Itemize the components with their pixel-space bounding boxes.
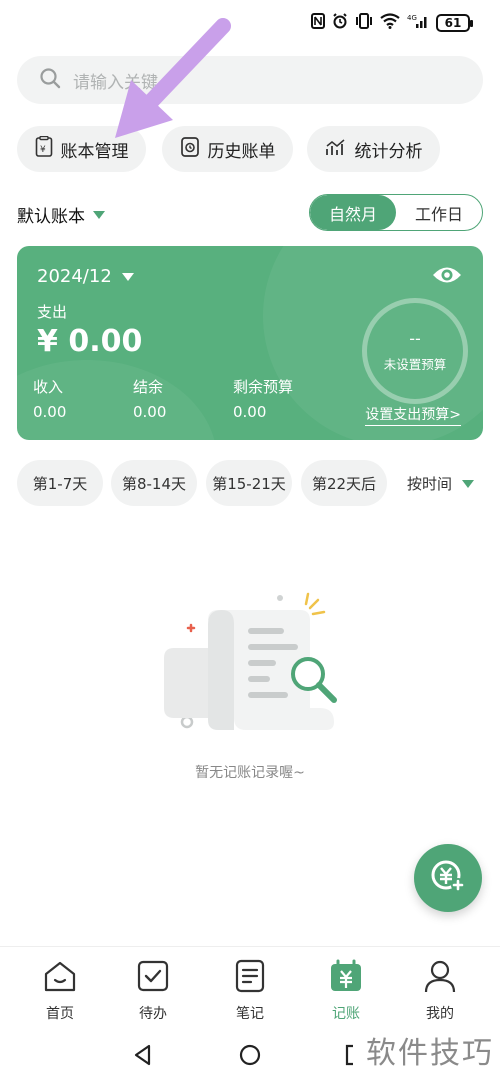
alarm-icon: [332, 13, 348, 33]
home-circle-icon[interactable]: [239, 1044, 261, 1070]
sort-selector[interactable]: 按时间: [407, 473, 475, 494]
empty-illustration: [164, 592, 337, 730]
summary-card: 2024/12 支出 ¥ 0.00 收入 0.00 结余 0.00 剩余预算 0…: [17, 246, 483, 440]
tab-mine[interactable]: 我的: [400, 959, 480, 1023]
add-record-button[interactable]: [414, 844, 482, 912]
filter-chip-days-8-14[interactable]: 第8-14天: [111, 460, 197, 506]
statistics-button[interactable]: 统计分析: [307, 126, 440, 172]
workday-tab[interactable]: 工作日: [396, 195, 482, 230]
home-icon: [42, 959, 78, 997]
history-bills-button[interactable]: 历史账单: [162, 126, 293, 172]
sort-dropdown-icon: [462, 479, 475, 488]
tab-accounting[interactable]: 记账: [306, 959, 386, 1023]
history-bills-label: 历史账单: [207, 141, 276, 162]
set-budget-link[interactable]: 设置支出预算>: [365, 404, 461, 426]
natural-month-tab[interactable]: 自然月: [310, 195, 396, 230]
book-management-label: 账本管理: [60, 141, 129, 162]
battery-icon: 61: [436, 14, 473, 32]
balance-value: 0.00: [133, 403, 167, 421]
expense-label: 支出: [37, 303, 68, 321]
tab-notes[interactable]: 笔记: [210, 959, 290, 1023]
tab-home[interactable]: 首页: [20, 959, 100, 1023]
chart-icon: [325, 138, 347, 161]
tab-notes-label: 笔记: [236, 1006, 264, 1022]
ledger-icon: ¥: [35, 135, 53, 163]
tab-accounting-label: 记账: [332, 1006, 360, 1022]
tab-todo[interactable]: 待办: [113, 959, 193, 1023]
period-toggle[interactable]: 自然月 工作日: [309, 194, 483, 231]
vibrate-icon: [355, 13, 373, 33]
signal-icon: 4G: [407, 13, 429, 33]
svg-text:4G: 4G: [407, 14, 417, 22]
nfc-icon: [311, 13, 325, 33]
watermark: 软件技巧: [366, 1036, 494, 1071]
filter-chip-days-22-plus[interactable]: 第22天后: [301, 460, 387, 506]
remaining-budget-label: 剩余预算: [233, 378, 294, 396]
period-dropdown-icon: [121, 272, 134, 281]
eye-icon[interactable]: [431, 264, 463, 290]
search-input[interactable]: 请输入关键: [17, 56, 483, 104]
book-management-button[interactable]: ¥ 账本管理: [17, 126, 146, 172]
dropdown-arrow-icon: [93, 210, 105, 219]
budget-ring: -- 未设置预算: [362, 298, 468, 404]
budget-status: 未设置预算: [383, 357, 447, 372]
empty-state-text: 暂无记账记录喔~: [195, 765, 305, 781]
recent-apps-icon[interactable]: [345, 1044, 355, 1070]
filter-chip-days-15-21[interactable]: 第15-21天: [206, 460, 292, 506]
income-value: 0.00: [33, 403, 67, 421]
filter-bar: 第1-7天 第8-14天 第15-21天 第22天后 按时间: [17, 460, 487, 506]
accounting-calendar-icon: [328, 959, 364, 997]
search-icon: [39, 67, 61, 93]
back-icon[interactable]: [132, 1044, 154, 1070]
period-label: 2024/12: [37, 266, 112, 287]
book-name-label: 默认账本: [17, 207, 85, 227]
add-expense-icon: [428, 856, 468, 900]
book-selector[interactable]: 默认账本: [17, 202, 105, 227]
remaining-budget-value: 0.00: [233, 403, 267, 421]
wifi-icon: [380, 13, 400, 33]
statistics-label: 统计分析: [354, 141, 423, 162]
profile-icon: [423, 959, 457, 997]
tab-mine-label: 我的: [426, 1006, 454, 1022]
balance-label: 结余: [133, 378, 164, 396]
search-placeholder: 请输入关键: [73, 72, 158, 93]
status-icons: 4G 61: [311, 13, 473, 33]
tab-todo-label: 待办: [139, 1006, 167, 1022]
notes-icon: [233, 959, 267, 997]
expense-amount: ¥ 0.00: [37, 324, 143, 359]
status-bar: 4G 61: [0, 0, 500, 46]
todo-check-icon: [136, 959, 170, 997]
history-bill-icon: [180, 136, 200, 163]
budget-dash: --: [409, 329, 421, 348]
filter-chip-days-1-7[interactable]: 第1-7天: [17, 460, 103, 506]
tab-home-label: 首页: [46, 1006, 74, 1022]
svg-text:¥: ¥: [40, 145, 46, 155]
bottom-tab-bar: 首页 待办 笔记 记账 我的: [0, 946, 500, 1026]
period-selector[interactable]: 2024/12: [37, 266, 134, 287]
sort-label: 按时间: [407, 475, 453, 493]
income-label: 收入: [33, 378, 64, 396]
